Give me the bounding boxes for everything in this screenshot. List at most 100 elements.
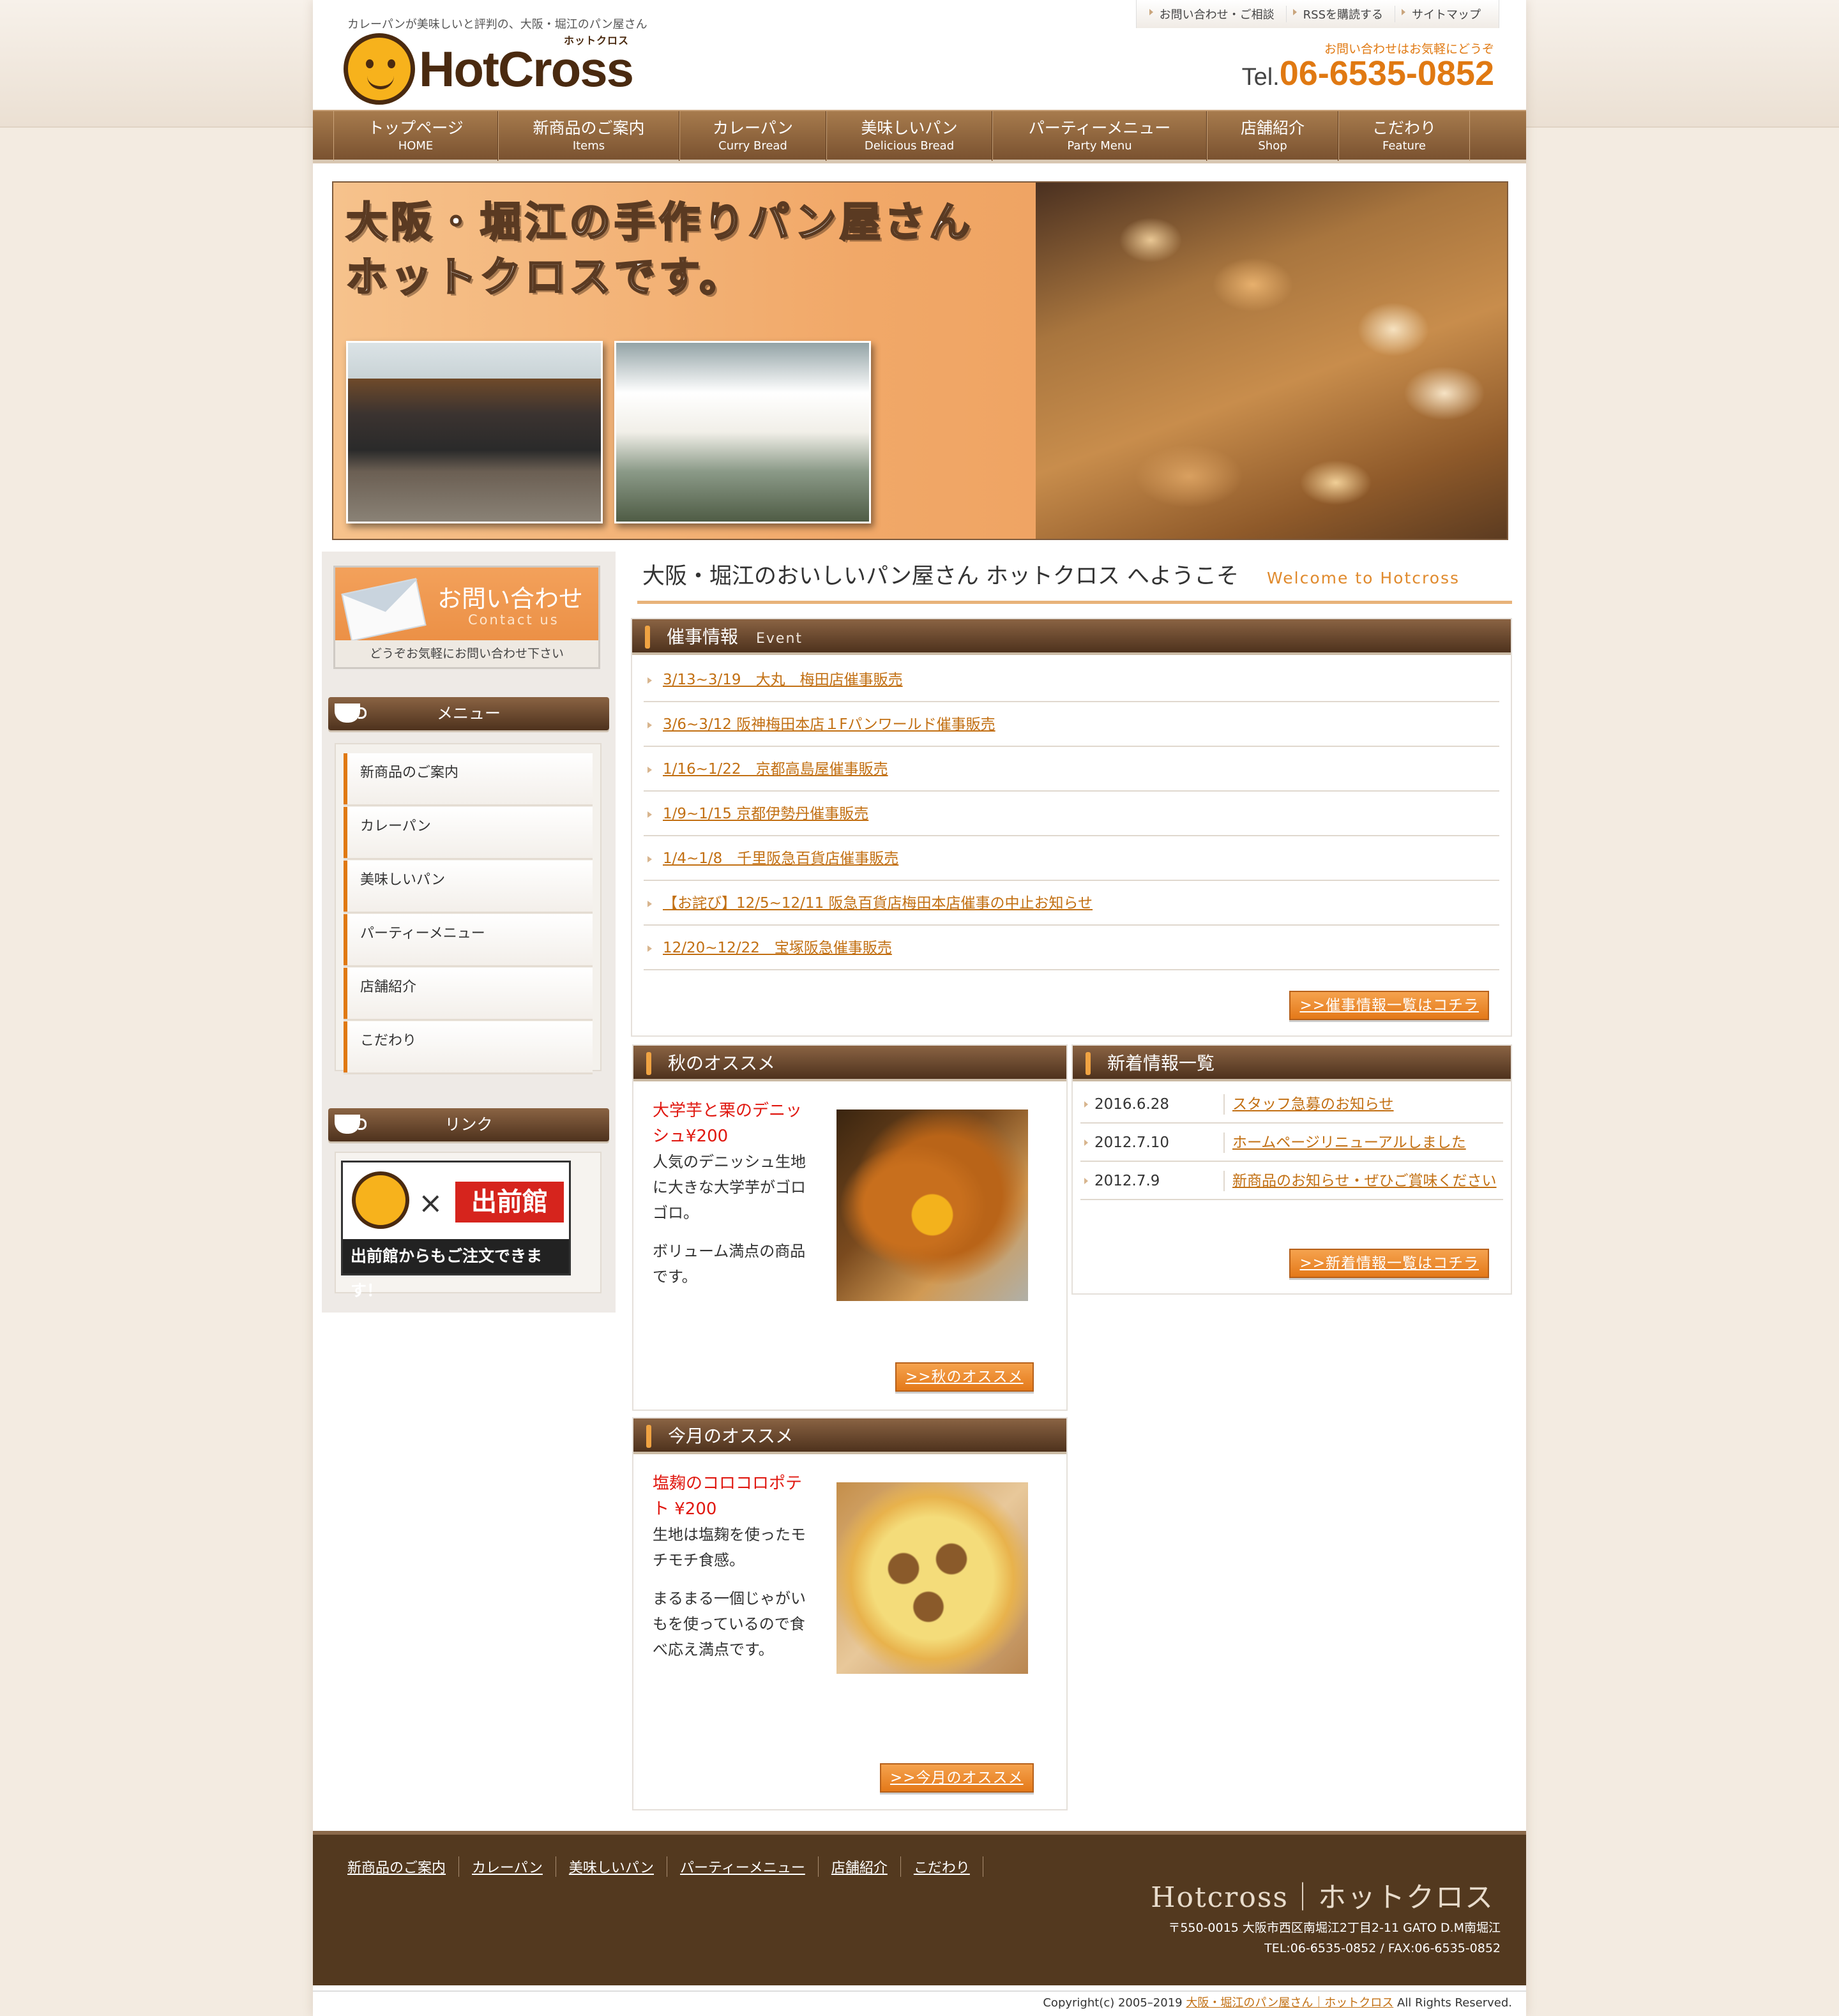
nav-label-jp: トップページ: [368, 118, 464, 137]
autumn-item-title: 大学芋と栗のデニッシュ¥200: [653, 1101, 803, 1146]
event-link[interactable]: 12/20~12/22 宝塚阪急催事販売: [644, 926, 1499, 970]
autumn-more-button[interactable]: >>秋のオススメ: [895, 1362, 1034, 1392]
logo-wordmark: HotCross ホットクロス: [419, 36, 634, 97]
autumn-title: 秋のオススメ: [668, 1053, 776, 1074]
logo-face-icon: [344, 33, 415, 105]
footer-link-curry-bread[interactable]: カレーパン: [459, 1856, 556, 1877]
monthly-header: 今月のオススメ: [633, 1418, 1066, 1454]
news-row: 2012.7.9 新商品のお知らせ・ぜひご賞味ください: [1080, 1162, 1503, 1200]
event-link[interactable]: 3/6~3/12 阪神梅田本店１Fパンワールド催事販売: [644, 702, 1499, 747]
nav-item-home[interactable]: トップページ HOME: [333, 111, 498, 161]
hero-title: 大阪・堀江の手作りパン屋さん ホットクロスです。: [345, 195, 974, 305]
news-date: 2012.7.9: [1080, 1171, 1223, 1191]
footer: 新商品のご案内 カレーパン 美味しいパン パーティーメニュー 店舗紹介 こだわり…: [313, 1831, 1526, 1985]
envelope-icon: [341, 578, 427, 642]
side-menu-item-delicious-bread[interactable]: 美味しいパン: [344, 861, 593, 912]
news-row: 2016.6.28 スタッフ急募のお知らせ: [1080, 1085, 1503, 1124]
cup-icon: [335, 1115, 367, 1134]
logo-text: HotCross: [419, 41, 634, 97]
top-link-sitemap[interactable]: サイトマップ: [1395, 6, 1492, 22]
welcome-title: 大阪・堀江のおいしいパン屋さん ホットクロス へようこそ: [642, 564, 1239, 589]
nav-label-en: Items: [572, 139, 605, 153]
nav-label-jp: 美味しいパン: [861, 118, 958, 137]
monthly-recommend-panel: 今月のオススメ 塩麹のコロコロポテト ¥200 生地は塩麹を使ったモチモチ食感。…: [632, 1417, 1068, 1810]
nav-item-delicious-bread[interactable]: 美味しいパン Delicious Bread: [826, 111, 992, 161]
monthly-item-title: 塩麹のコロコロポテト ¥200: [653, 1474, 803, 1519]
link-box-header: リンク: [328, 1108, 609, 1141]
footer-link-items[interactable]: 新商品のご案内: [347, 1856, 460, 1877]
nav-label-jp: 店舗紹介: [1240, 118, 1305, 137]
event-link[interactable]: 1/16~1/22 京都高島屋催事販売: [644, 747, 1499, 792]
events-list: 3/13~3/19 大丸 梅田店催事販売 3/6~3/12 阪神梅田本店１Fパン…: [632, 655, 1511, 970]
side-menu-item-items[interactable]: 新商品のご案内: [344, 753, 593, 804]
news-header: 新着情報一覧: [1073, 1046, 1511, 1081]
nav-label-jp: こだわり: [1372, 118, 1436, 137]
nav-item-curry-bread[interactable]: カレーパン Curry Bread: [679, 111, 826, 161]
bread-shelf-photo: [1036, 183, 1507, 539]
danish-pastry-photo: [836, 1110, 1028, 1301]
shop-exterior-photo: [614, 341, 871, 523]
monthly-item-desc-2: まるまる一個じゃがいもを使っているので食べ応え満点です。: [653, 1590, 806, 1659]
top-link-contact[interactable]: お問い合わせ・ご相談: [1143, 6, 1287, 22]
welcome-heading: 大阪・堀江のおいしいパン屋さん ホットクロス へようこそ Welcome to …: [637, 558, 1512, 604]
side-menu: 新商品のご案内 カレーパン 美味しいパン パーティーメニュー 店舗紹介 こだわり: [335, 743, 602, 1072]
events-title: 催事情報: [667, 626, 739, 647]
menu-box-header: メニュー: [328, 697, 609, 730]
nav-label-en: Party Menu: [1067, 139, 1132, 153]
site-logo[interactable]: HotCross ホットクロス: [344, 33, 634, 105]
tel-block: Tel.06-6535-0852: [1242, 56, 1494, 91]
potato-bread-photo: [836, 1482, 1028, 1674]
event-link[interactable]: 3/13~3/19 大丸 梅田店催事販売: [644, 658, 1499, 702]
event-link[interactable]: 1/9~1/15 京都伊勢丹催事販売: [644, 792, 1499, 836]
events-more-button[interactable]: >>催事情報一覧はコチラ: [1289, 991, 1489, 1020]
welcome-subtitle: Welcome to Hotcross: [1267, 569, 1460, 587]
news-date: 2012.7.10: [1080, 1132, 1223, 1153]
news-panel: 新着情報一覧 2016.6.28 スタッフ急募のお知らせ 2012.7.10 ホ…: [1071, 1044, 1512, 1295]
footer-contact: TEL:06-6535-0852 / FAX:06-6535-0852: [1264, 1941, 1501, 1955]
news-link[interactable]: ホームページリニューアルしました: [1223, 1132, 1503, 1153]
demae-cross: ×: [418, 1185, 443, 1220]
contact-banner[interactable]: お問い合わせ Contact us どうぞお気軽にお問い合わせ下さい: [333, 566, 600, 669]
monthly-item-desc: 生地は塩麹を使ったモチモチ食感。: [653, 1526, 806, 1569]
footer-address-block: 〒550-0015 大阪市西区南堀江2丁目2-11 GATO D.M南堀江 TE…: [1168, 1918, 1501, 1959]
hero-title-line1: 大阪・堀江の手作りパン屋さん: [345, 199, 974, 248]
nav-label-en: Curry Bread: [718, 139, 787, 153]
news-list: 2016.6.28 スタッフ急募のお知らせ 2012.7.10 ホームページリニ…: [1073, 1081, 1511, 1200]
copyright-suffix: All Rights Reserved.: [1393, 1996, 1512, 2010]
autumn-item-desc: 人気のデニッシュ生地に大きな大学芋がゴロゴロ。: [653, 1153, 806, 1222]
contact-subtitle: Contact us: [468, 612, 559, 628]
copyright: Copyright(c) 2005–2019 大阪・堀江のパン屋さん｜ホットクロ…: [313, 1990, 1526, 2016]
nav-item-shop[interactable]: 店舗紹介 Shop: [1207, 111, 1338, 161]
demae-banner-text: 出前館からもご注文できます！: [343, 1239, 569, 1300]
top-link-rss[interactable]: RSSを購読する: [1287, 6, 1395, 22]
events-header: 催事情報 Event: [632, 619, 1511, 655]
nav-item-feature[interactable]: こだわり Feature: [1338, 111, 1470, 161]
footer-address: 〒550-0015 大阪市西区南堀江2丁目2-11 GATO D.M南堀江: [1168, 1921, 1501, 1935]
nav-item-party-menu[interactable]: パーティーメニュー Party Menu: [992, 111, 1207, 161]
footer-link-feature[interactable]: こだわり: [901, 1856, 983, 1877]
footer-link-shop[interactable]: 店舗紹介: [819, 1856, 901, 1877]
news-more-button[interactable]: >>新着情報一覧はコチラ: [1289, 1249, 1489, 1278]
side-menu-item-curry-bread[interactable]: カレーパン: [344, 807, 593, 858]
side-menu-item-party-menu[interactable]: パーティーメニュー: [344, 914, 593, 965]
news-link[interactable]: スタッフ急募のお知らせ: [1223, 1094, 1503, 1115]
news-link[interactable]: 新商品のお知らせ・ぜひご賞味ください: [1223, 1171, 1503, 1191]
nav-item-items[interactable]: 新商品のご案内 Items: [498, 111, 679, 161]
footer-shop-name: Hotcross｜ホットクロス: [1151, 1881, 1494, 1914]
nav-label-en: Feature: [1382, 139, 1427, 153]
contact-note: どうぞお気軽にお問い合わせ下さい: [335, 640, 598, 667]
event-link[interactable]: 【お詫び】12/5~12/11 阪急百貨店梅田本店催事の中止お知らせ: [644, 881, 1499, 926]
demae-can-banner[interactable]: × 出前館 出前館からもご注文できます！: [341, 1161, 571, 1300]
events-panel: 催事情報 Event 3/13~3/19 大丸 梅田店催事販売 3/6~3/12 …: [631, 618, 1512, 1037]
copyright-link[interactable]: 大阪・堀江のパン屋さん｜ホットクロス: [1186, 1996, 1393, 2010]
side-menu-item-shop[interactable]: 店舗紹介: [344, 968, 593, 1019]
sidebar: お問い合わせ Contact us どうぞお気軽にお問い合わせ下さい メニュー …: [322, 552, 616, 1313]
monthly-more-button[interactable]: >>今月のオススメ: [880, 1763, 1034, 1793]
news-row: 2012.7.10 ホームページリニューアルしました: [1080, 1124, 1503, 1162]
footer-link-delicious-bread[interactable]: 美味しいパン: [556, 1856, 668, 1877]
footer-link-party-menu[interactable]: パーティーメニュー: [667, 1856, 819, 1877]
shop-front-photo: [346, 341, 603, 523]
side-menu-item-feature[interactable]: こだわり: [344, 1021, 593, 1072]
event-link[interactable]: 1/4~1/8 千里阪急百貨店催事販売: [644, 836, 1499, 881]
nav-label-en: HOME: [398, 139, 434, 153]
